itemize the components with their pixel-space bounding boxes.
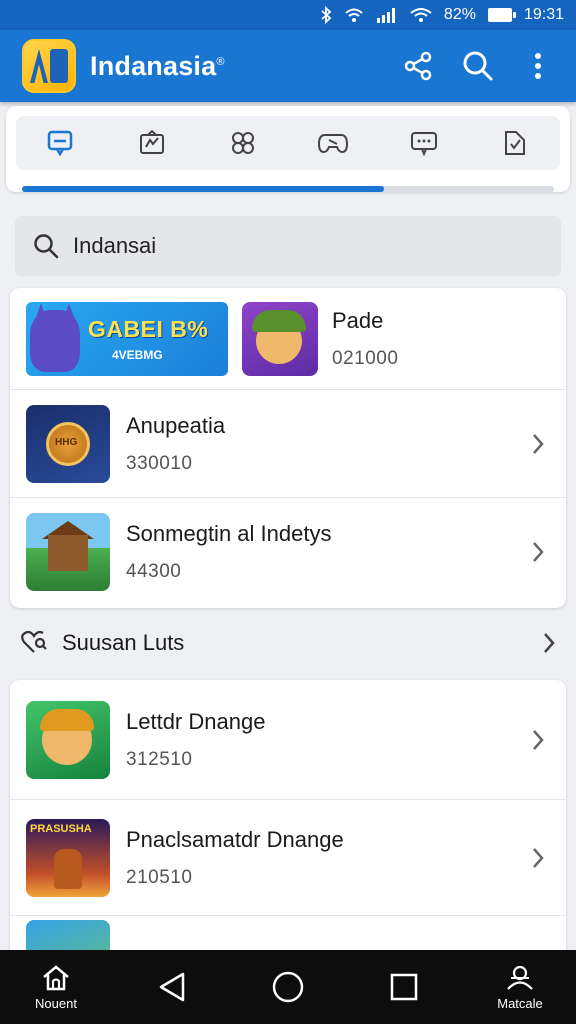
nav-back-button[interactable] [142,971,202,1003]
category-tabs-card [6,106,570,192]
banner-subtitle: 4VEBMG [112,347,163,362]
gamepad-icon [318,134,349,154]
game-thumbnail [26,700,110,779]
game-thumbnail [26,513,110,591]
status-bar: 82% 19:31 [0,0,576,30]
nav-home-button[interactable] [258,970,318,1004]
bluetooth-icon [320,6,332,24]
featured-banner[interactable]: GABEI B% 4VEBMG [26,301,228,376]
results-card: GABEI B% 4VEBMG Pade 021000 HHG Anupeati… [10,288,566,608]
list-item[interactable] [10,916,566,950]
app-logo [22,39,76,93]
chevron-right-icon [526,432,550,456]
banner-title: GABEI B% [88,315,209,342]
search-button[interactable] [454,42,502,90]
list-item-title: Lettdr Dnange [126,708,266,734]
featured-game-info[interactable]: Pade 021000 [332,308,398,370]
share-icon [404,51,432,81]
share-button[interactable] [394,42,442,90]
tab-chat[interactable] [394,120,454,166]
list-item-subtitle: 210510 [126,866,193,888]
chevron-right-icon [526,846,550,870]
tab-groups[interactable] [213,120,273,166]
nav-profile-label: Matcale [497,995,543,1011]
bottom-navigation: Nouent Matcale [0,950,576,1024]
list-item-title: Sonmegtin al Indetys [126,521,332,546]
chat-icon [410,132,437,156]
list-item[interactable]: PRASUSHA Pnaclsamatdr Dnange 210510 [10,800,566,916]
chevron-right-icon [526,728,550,752]
featured-game-thumbnail[interactable] [242,301,318,376]
nav-profile[interactable]: Matcale [490,964,550,1011]
banner-creature-art [30,309,80,372]
search-bar[interactable] [15,216,561,276]
chevron-right-icon [526,540,550,564]
home-icon [43,964,69,990]
game-thumbnail: PRASUSHA [26,818,110,897]
list-item-subtitle: 312510 [126,748,193,770]
nav-home-label: Nouent [35,995,77,1011]
list-item-subtitle: 44300 [126,561,182,582]
chevron-right-icon [544,633,555,653]
featured-row: GABEI B% 4VEBMG Pade 021000 [10,288,566,390]
more-vert-icon [535,53,541,79]
wifi-icon [344,7,364,23]
category-tabs [16,116,560,170]
app-bar: Indanasia® [0,30,576,102]
section-list-card: Lettdr Dnange 312510 PRASUSHA Pnaclsamat… [10,680,566,950]
featured-game-subtitle: 021000 [332,347,399,369]
search-input[interactable] [73,233,513,259]
overflow-menu-button[interactable] [514,42,562,90]
battery-percent: 82% [443,6,476,23]
tab-files[interactable] [485,120,545,166]
list-item-subtitle: 330010 [126,452,193,474]
wifi-icon [410,7,432,23]
list-item[interactable]: Sonmegtin al Indetys 44300 [10,498,566,606]
search-icon [463,51,493,81]
section-title: Suusan Luts [62,630,185,655]
message-icon [48,130,73,156]
app-title: Indanasia® [90,50,225,81]
clock: 19:31 [523,6,564,23]
heart-search-icon [21,630,47,653]
signal-icon [376,7,398,23]
featured-game-title: Pade [332,307,384,333]
nav-home[interactable]: Nouent [26,964,86,1011]
tab-games[interactable] [303,120,363,166]
home-circle-icon [272,971,304,1003]
file-icon [504,131,525,155]
section-header[interactable]: Suusan Luts [20,620,556,666]
profile-icon [507,965,533,990]
search-icon [34,234,59,259]
game-thumbnail [26,920,110,950]
chart-box-icon [139,130,164,154]
back-triangle-icon [159,972,185,1002]
recents-square-icon [390,973,418,1001]
load-progress-fill [22,186,384,192]
tab-messages[interactable] [31,120,91,166]
list-item-title: Anupeatia [126,412,226,438]
list-item[interactable]: Lettdr Dnange 312510 [10,680,566,800]
tab-stats[interactable] [122,120,182,166]
game-thumbnail: HHG [26,404,110,483]
group-icon [231,132,254,154]
nav-recents-button[interactable] [374,972,434,1002]
battery-icon [487,8,516,22]
list-item-title: Pnaclsamatdr Dnange [126,826,344,852]
list-item[interactable]: HHG Anupeatia 330010 [10,390,566,498]
load-progress-bar [22,186,554,192]
